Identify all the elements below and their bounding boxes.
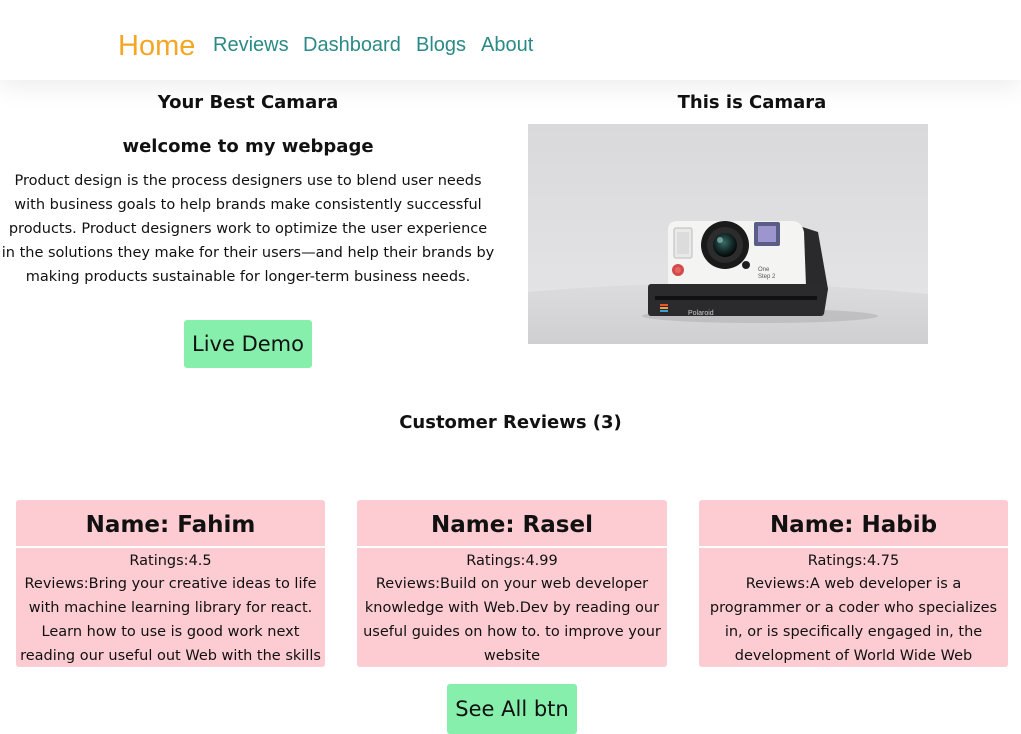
reviewer-name: Name: Fahim: [85, 512, 256, 538]
reviews-heading: Customer Reviews (3): [399, 412, 622, 433]
nav-link-blogs[interactable]: Blogs: [416, 33, 466, 57]
svg-text:One: One: [758, 267, 770, 273]
review-rating: Ratings:4.99: [466, 553, 558, 569]
polaroid-camera-illustration: Polaroid One Step 2: [528, 124, 928, 344]
camera-photo: Polaroid One Step 2: [528, 124, 928, 344]
review-text: Reviews:A web developer is a programmer …: [709, 576, 998, 664]
hero-description: Product design is the process designers …: [1, 173, 495, 285]
review-card: Name: Rasel Ratings:4.99 Reviews:Build o…: [357, 500, 667, 667]
camera-image-title: This is Camara: [677, 92, 827, 113]
card-divider: [357, 546, 667, 548]
review-rating: Ratings:4.5: [129, 553, 212, 569]
review-card: Name: Habib Ratings:4.75 Reviews:A web d…: [699, 500, 1008, 667]
card-divider: [699, 546, 1008, 548]
hero-subtitle: welcome to my webpage: [122, 136, 374, 157]
review-text: Reviews:Build on your web developer know…: [363, 576, 661, 664]
review-rating: Ratings:4.75: [807, 553, 900, 569]
see-all-button[interactable]: See All btn: [447, 684, 577, 734]
nav-link-home[interactable]: Home: [118, 29, 195, 63]
reviewer-name: Name: Rasel: [431, 512, 593, 538]
reviewer-name: Name: Habib: [769, 512, 938, 538]
hero-title: Your Best Camara: [157, 92, 339, 113]
svg-text:Polaroid: Polaroid: [688, 310, 714, 317]
nav-link-dashboard[interactable]: Dashboard: [303, 33, 401, 57]
card-divider: [16, 546, 325, 548]
live-demo-button[interactable]: Live Demo: [184, 320, 312, 368]
nav-link-reviews[interactable]: Reviews: [213, 33, 289, 57]
top-navbar: Home Reviews Dashboard Blogs About: [0, 0, 1021, 80]
nav-link-about[interactable]: About: [481, 33, 533, 57]
review-card: Name: Fahim Ratings:4.5 Reviews:Bring yo…: [16, 500, 325, 667]
svg-text:Step 2: Step 2: [758, 274, 776, 280]
review-text: Reviews:Bring your creative ideas to lif…: [20, 576, 321, 664]
